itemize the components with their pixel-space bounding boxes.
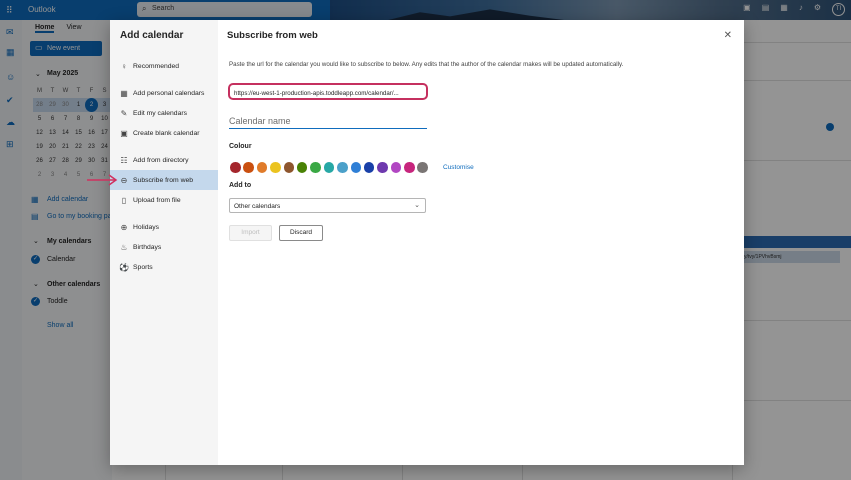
dialog-sidebar: Add calendar ♀ Recommended ▦ Add persona… bbox=[110, 20, 218, 465]
sidebar-item-holidays[interactable]: ⊕ Holidays bbox=[110, 217, 218, 237]
close-icon[interactable]: ✕ bbox=[724, 30, 732, 41]
sidebar-item-create-blank-calendar[interactable]: ▣ Create blank calendar bbox=[110, 123, 218, 143]
add-to-select[interactable]: Other calendars ⌄ bbox=[229, 198, 426, 213]
globe-holiday-icon: ⊕ bbox=[120, 222, 128, 232]
add-to-value: Other calendars bbox=[234, 203, 281, 210]
url-highlight bbox=[228, 83, 428, 100]
globe-icon: ⊖ bbox=[120, 175, 128, 185]
arrow-icon bbox=[87, 174, 118, 186]
dialog-main: Subscribe from web ✕ Paste the url for t… bbox=[218, 20, 744, 465]
dialog-description: Paste the url for the calendar you would… bbox=[229, 61, 624, 68]
colour-swatches bbox=[230, 162, 428, 173]
sidebar-item-label: Add personal calendars bbox=[133, 89, 205, 97]
colour-swatch[interactable] bbox=[283, 162, 295, 173]
sidebar-item-label: Add from directory bbox=[133, 156, 189, 164]
colour-swatch[interactable] bbox=[404, 162, 415, 173]
colour-swatch[interactable] bbox=[337, 162, 348, 173]
calendar-name-input[interactable] bbox=[229, 113, 427, 129]
colour-swatch[interactable] bbox=[256, 162, 268, 173]
chevron-down-icon: ⌄ bbox=[414, 202, 420, 209]
colour-swatch[interactable] bbox=[243, 162, 254, 173]
sidebar-item-subscribe-from-web[interactable]: ⊖ Subscribe from web bbox=[110, 170, 218, 190]
colour-swatch[interactable] bbox=[270, 162, 281, 173]
people-icon: ☷ bbox=[120, 155, 128, 165]
sidebar-item-label: Create blank calendar bbox=[133, 129, 200, 137]
colour-swatch[interactable] bbox=[310, 162, 321, 173]
sidebar-item-sports[interactable]: ⚽ Sports bbox=[110, 257, 218, 277]
calendar-edit-icon: ✎ bbox=[120, 108, 128, 118]
colour-swatch[interactable] bbox=[323, 162, 335, 173]
add-calendar-dialog: Add calendar ♀ Recommended ▦ Add persona… bbox=[110, 20, 744, 465]
calendar-blank-icon: ▣ bbox=[120, 128, 128, 138]
dialog-sidebar-title: Add calendar bbox=[120, 30, 184, 41]
colour-label: Colour bbox=[229, 143, 252, 150]
sidebar-item-label: Upload from file bbox=[133, 196, 181, 204]
colour-swatch[interactable] bbox=[296, 162, 308, 173]
sidebar-item-label: Holidays bbox=[133, 223, 160, 231]
sports-icon: ⚽ bbox=[119, 262, 129, 272]
sidebar-item-label: Subscribe from web bbox=[133, 176, 194, 184]
colour-swatch[interactable] bbox=[230, 162, 241, 173]
sidebar-item-recommended[interactable]: ♀ Recommended bbox=[110, 56, 218, 76]
colour-swatch[interactable] bbox=[377, 162, 388, 173]
colour-swatch[interactable] bbox=[363, 162, 375, 173]
sidebar-item-add-from-directory[interactable]: ☷ Add from directory bbox=[110, 150, 218, 170]
calendar-add-icon: ▦ bbox=[120, 88, 128, 98]
dialog-title: Subscribe from web bbox=[227, 30, 318, 41]
colour-swatch[interactable] bbox=[350, 162, 362, 173]
url-input[interactable] bbox=[234, 88, 424, 98]
sidebar-item-label: Sports bbox=[133, 263, 153, 271]
colour-swatch[interactable] bbox=[390, 162, 402, 173]
discard-button[interactable]: Discard bbox=[279, 225, 323, 241]
customise-link[interactable]: Customise bbox=[443, 164, 474, 171]
sidebar-item-label: Birthdays bbox=[133, 243, 162, 251]
import-button[interactable]: Import bbox=[229, 225, 272, 241]
file-icon: ▯ bbox=[121, 195, 127, 205]
sidebar-item-add-personal-calendars[interactable]: ▦ Add personal calendars bbox=[110, 83, 218, 103]
cake-icon: ♨ bbox=[120, 242, 128, 252]
sidebar-item-label: Recommended bbox=[133, 62, 180, 70]
sidebar-item-upload-from-file[interactable]: ▯ Upload from file bbox=[110, 190, 218, 210]
sidebar-item-birthdays[interactable]: ♨ Birthdays bbox=[110, 237, 218, 257]
colour-swatch[interactable] bbox=[417, 162, 428, 173]
sidebar-item-edit-my-calendars[interactable]: ✎ Edit my calendars bbox=[110, 103, 218, 123]
add-to-label: Add to bbox=[229, 182, 252, 189]
lightbulb-icon: ♀ bbox=[121, 61, 127, 71]
sidebar-item-label: Edit my calendars bbox=[133, 109, 188, 117]
